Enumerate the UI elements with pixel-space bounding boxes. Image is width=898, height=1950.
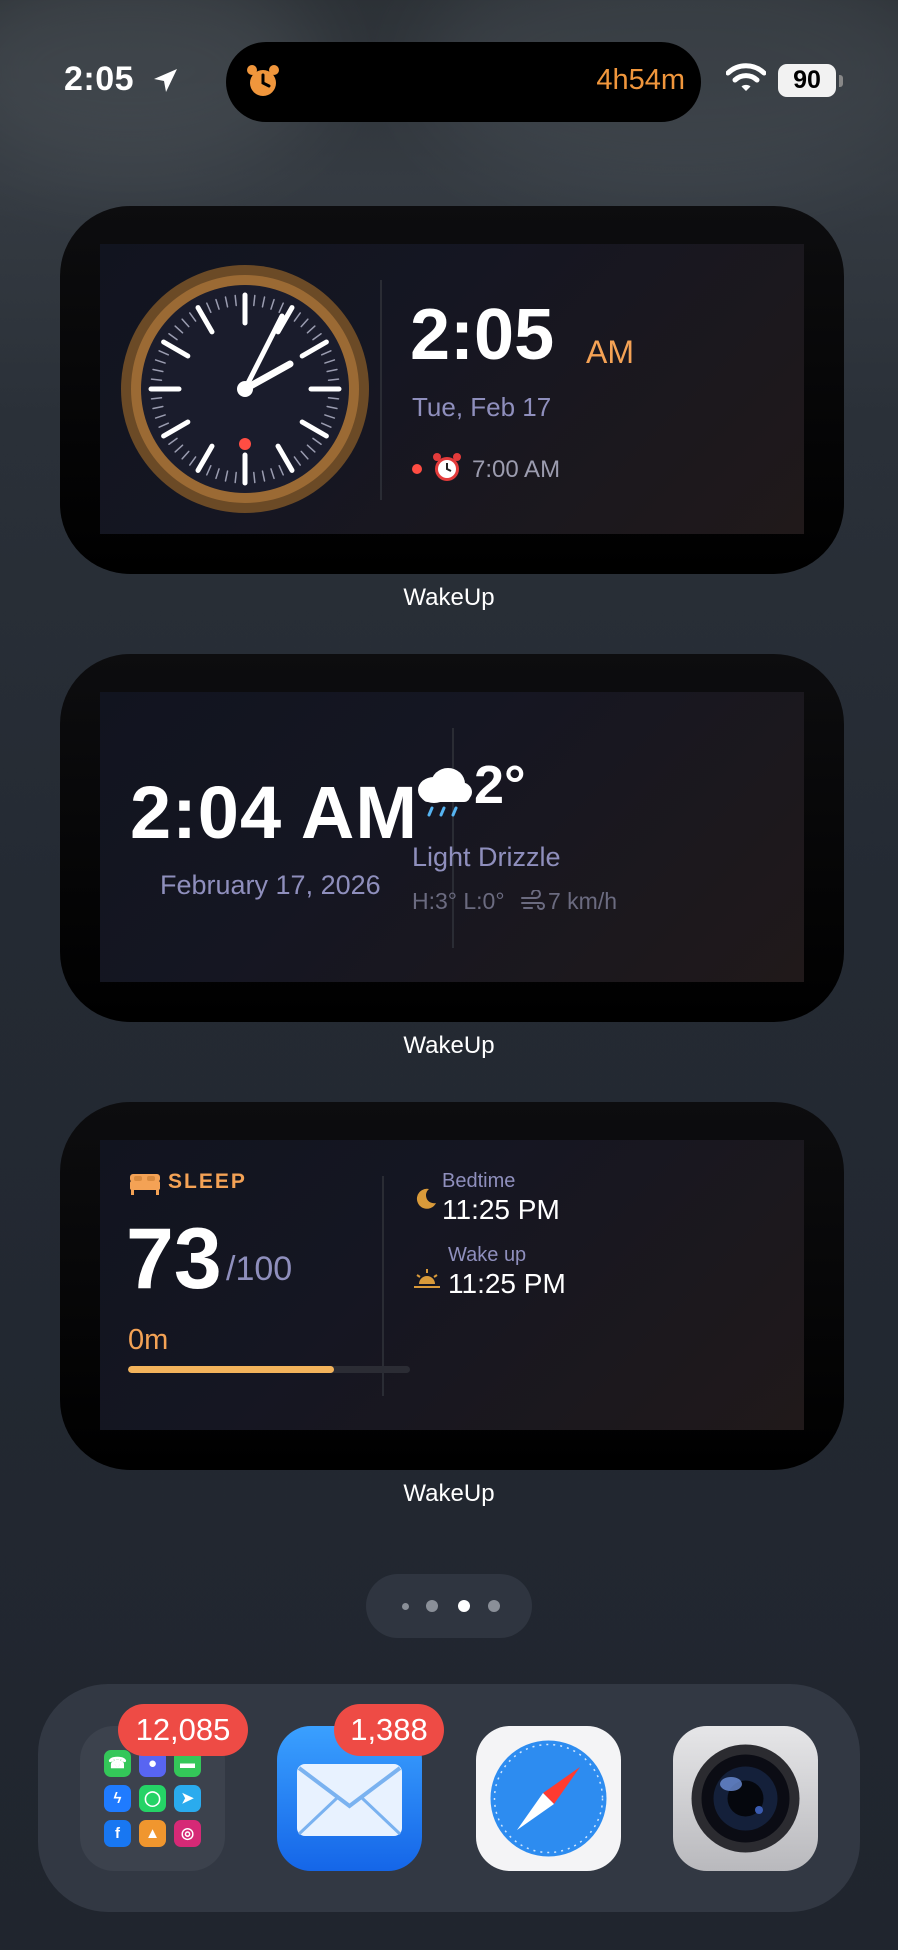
sleep-progress-bar	[128, 1366, 410, 1373]
widget-label: WakeUp	[403, 1480, 495, 1507]
minute-tick	[234, 471, 237, 484]
bedtime-value: 11:25 PM	[442, 1194, 560, 1225]
location-arrow-icon	[154, 69, 177, 92]
sleep-score-max: /100	[226, 1250, 293, 1288]
dynamic-island[interactable]: 4h54m	[226, 42, 701, 122]
minute-tick	[327, 397, 340, 400]
minute-tick	[327, 378, 340, 381]
notification-badge: 1,388	[334, 1704, 444, 1756]
digital-time: 2:05	[410, 295, 555, 375]
minute-tick	[253, 294, 256, 307]
analog-clock-face	[121, 265, 369, 513]
minute-tick	[253, 471, 256, 484]
wifi-icon	[726, 63, 766, 91]
page-dot[interactable]	[426, 1600, 438, 1612]
page-indicator[interactable]	[366, 1574, 532, 1638]
alarm-status-dot	[412, 464, 422, 474]
page-dot[interactable]	[488, 1600, 500, 1612]
clock-divider	[380, 280, 382, 500]
bed-icon	[130, 1174, 160, 1195]
alarm-clock-icon	[247, 65, 279, 96]
page-dot[interactable]	[402, 1603, 409, 1610]
sleep-widget-panel: SLEEP 73 /100 0m Bedtime 11:25 PM Wake u…	[100, 1140, 804, 1430]
minute-tick	[150, 378, 163, 381]
messenger-icon: ϟ	[104, 1785, 131, 1812]
alarm-clock-icon	[433, 453, 461, 481]
battery-level: 90	[778, 64, 836, 97]
alarm-countdown: 4h54m	[596, 64, 685, 96]
sleep-widget[interactable]: SLEEP 73 /100 0m Bedtime 11:25 PM Wake u…	[60, 1102, 844, 1470]
cloud-drizzle-icon	[418, 768, 472, 817]
facebook-icon: f	[104, 1820, 131, 1847]
instagram-icon: ◎	[174, 1820, 201, 1847]
clock-widget[interactable]: 2:05 AM Tue, Feb 17 7:00 AM	[60, 206, 844, 574]
weather-widget-panel: 2:04 AM February 17, 2026 2° Light Drizz…	[100, 692, 804, 982]
high-low-temp: H:3° L:0°	[412, 888, 505, 914]
wakeup-caption: Wake up	[448, 1244, 527, 1266]
weather-widget[interactable]: 2:04 AM February 17, 2026 2° Light Drizz…	[60, 654, 844, 1022]
bedtime-caption: Bedtime	[442, 1170, 516, 1192]
battery-nub	[839, 75, 843, 87]
minute-tick	[234, 294, 237, 307]
camera-lens-icon	[691, 1744, 800, 1853]
sunrise-icon	[414, 1269, 440, 1288]
sleep-score: 73	[126, 1211, 222, 1307]
contacts-icon: ▲	[139, 1820, 166, 1847]
clock-date: Tue, Feb 17	[412, 392, 552, 422]
weather-condition: Light Drizzle	[412, 842, 561, 872]
sleep-duration: 0m	[128, 1324, 169, 1356]
temperature: 2°	[474, 755, 526, 815]
phone-icon: ☎	[104, 1750, 131, 1777]
widget-label: WakeUp	[403, 584, 495, 611]
safari-icon[interactable]	[476, 1726, 621, 1871]
sleep-title: SLEEP	[168, 1170, 247, 1193]
minute-tick	[150, 397, 163, 400]
whatsapp-icon: ◯	[139, 1785, 166, 1812]
camera-icon[interactable]	[673, 1726, 818, 1871]
ampm-label: AM	[586, 334, 634, 370]
next-alarm-time: 7:00 AM	[472, 456, 561, 483]
page-dot-current[interactable]	[458, 1600, 470, 1612]
status-time: 2:05	[64, 60, 135, 98]
wind-icon	[521, 890, 545, 910]
moon-icon	[416, 1188, 436, 1209]
widget-label: WakeUp	[403, 1032, 495, 1059]
wakeup-value: 11:25 PM	[448, 1268, 566, 1299]
telegram-icon: ➤	[174, 1785, 201, 1812]
wind-speed: 7 km/h	[548, 888, 618, 914]
sleep-divider	[382, 1176, 384, 1396]
full-date: February 17, 2026	[160, 870, 381, 900]
clock-widget-panel: 2:05 AM Tue, Feb 17 7:00 AM	[100, 244, 804, 534]
compass-icon	[490, 1740, 607, 1857]
weather-divider	[452, 728, 454, 948]
sleep-progress-fill	[128, 1366, 334, 1373]
notification-badge: 12,085	[118, 1704, 248, 1756]
digital-time: 2:04 AM	[130, 771, 419, 854]
